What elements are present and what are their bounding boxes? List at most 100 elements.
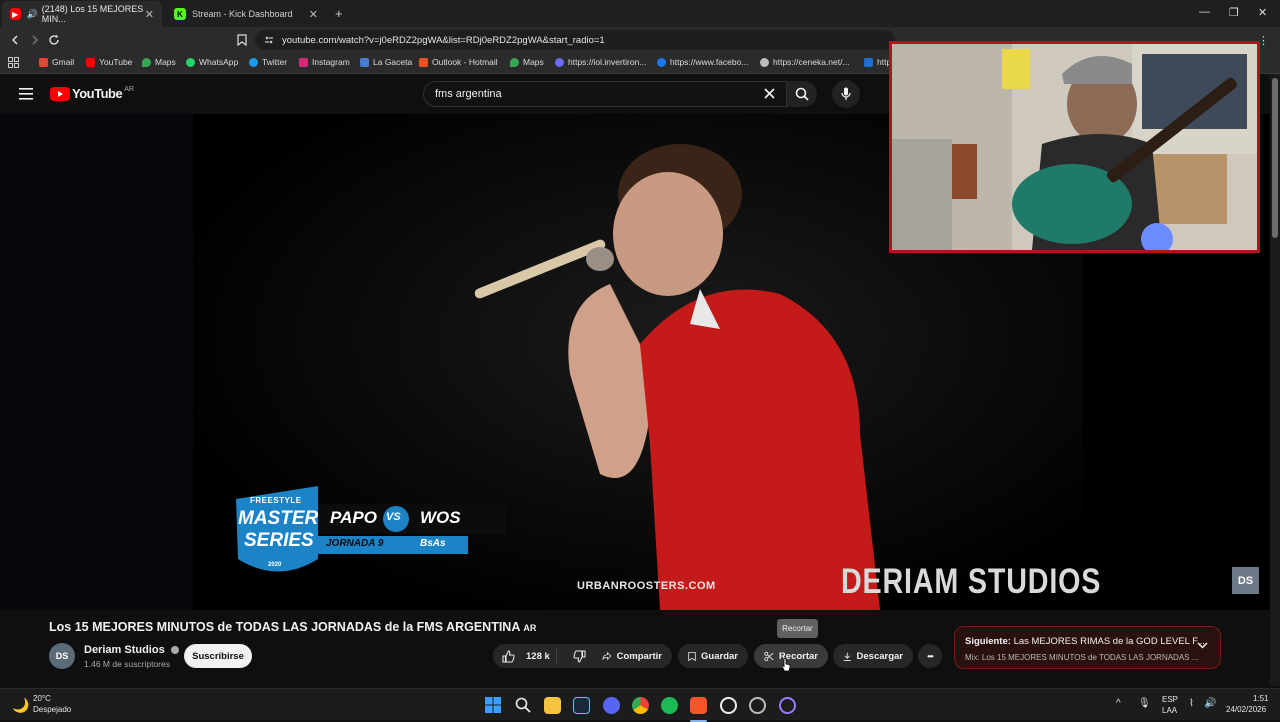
channel-avatar[interactable]: DS	[49, 643, 75, 669]
clip-button[interactable]: Recortar	[754, 644, 828, 668]
subscribe-button[interactable]: Suscribirse	[184, 644, 252, 668]
clear-search-icon[interactable]	[764, 88, 775, 99]
save-button[interactable]: Guardar	[678, 644, 748, 668]
chrome-icon[interactable]	[632, 697, 649, 714]
search-input[interactable]: fms argentina	[423, 81, 787, 107]
clip-tooltip: Recortar	[777, 619, 818, 638]
vs-label: VS	[386, 511, 401, 523]
urbanroosters-watermark: URBANROOSTERS.COM	[577, 580, 716, 592]
share-icon	[602, 651, 612, 661]
minimize-icon[interactable]: —	[1199, 6, 1210, 18]
bookmark-twitter[interactable]: Twitter	[249, 57, 287, 67]
clock-date: 24/02/2026	[1226, 705, 1267, 714]
brave-icon[interactable]	[690, 697, 707, 714]
forward-icon[interactable]	[27, 32, 43, 48]
youtube-icon	[86, 57, 95, 67]
thumbs-up-icon	[502, 649, 515, 662]
microphone-icon	[841, 87, 851, 100]
tab-kick-dashboard[interactable]: K Stream - Kick Dashboard ✕	[166, 1, 326, 27]
youtube-logo-icon	[50, 86, 70, 101]
page-scrollbar[interactable]	[1270, 74, 1280, 686]
up-next-card[interactable]: Siguiente: Las MEJORES RIMAS de la GOD L…	[954, 626, 1221, 669]
maps-icon	[142, 57, 151, 67]
bookmark-maps-2[interactable]: Maps	[510, 57, 544, 67]
chatgpt-icon[interactable]	[720, 697, 737, 714]
chevron-down-icon[interactable]	[1197, 642, 1208, 649]
search-query: fms argentina	[435, 88, 502, 100]
bookmark-iol[interactable]: https://iol.invertiron...	[555, 57, 646, 67]
youtube-logo[interactable]: YouTube AR	[50, 86, 134, 101]
bookmark-whatsapp[interactable]: WhatsApp	[186, 57, 238, 67]
bookmark-maps[interactable]: Maps	[142, 57, 176, 67]
wifi-icon[interactable]: ⌇	[1189, 698, 1194, 709]
link-icon	[864, 57, 873, 67]
hamburger-menu-icon[interactable]	[19, 88, 33, 100]
thumbs-down-icon	[573, 650, 586, 663]
jornada-label: JORNADA 9	[326, 538, 384, 549]
language-code[interactable]: ESP	[1162, 695, 1178, 704]
share-button[interactable]: Compartir	[592, 644, 672, 668]
bookmark-outlook[interactable]: Outlook - Hotmail	[419, 57, 498, 67]
search-button[interactable]	[787, 81, 817, 107]
bookmark-facebook[interactable]: https://www.facebo...	[657, 57, 748, 67]
channel-corner-logo[interactable]: DS	[1232, 567, 1259, 594]
file-explorer-icon[interactable]	[544, 697, 561, 714]
country-badge: AR	[523, 623, 537, 633]
channel-name[interactable]: Deriam Studios	[84, 644, 179, 656]
kick-favicon-icon: K	[174, 8, 186, 20]
player-2-name: WOS	[420, 508, 461, 527]
spotify-icon[interactable]	[661, 697, 678, 714]
close-window-icon[interactable]: ✕	[1258, 6, 1267, 19]
webcam-overlay	[889, 41, 1260, 253]
bookmark-http[interactable]: http	[864, 57, 891, 67]
fms-series-label: SERIES	[244, 530, 314, 551]
apps-grid-icon[interactable]	[8, 57, 19, 68]
subscriber-count: 1.46 M de suscriptores	[84, 659, 170, 669]
bookmark-icon[interactable]	[234, 32, 250, 48]
microphone-tray-icon[interactable]: 🎙	[1138, 698, 1151, 709]
taskbar-search-icon[interactable]	[515, 697, 531, 713]
la-gaceta-icon	[360, 57, 369, 67]
iol-icon	[555, 57, 564, 67]
address-bar[interactable]: youtube.com/watch?v=j0eRDZ2pgWA&list=RDj…	[255, 30, 895, 50]
scrollbar-thumb[interactable]	[1272, 78, 1278, 238]
verified-icon	[170, 646, 179, 655]
back-icon[interactable]	[7, 32, 23, 48]
tray-overflow-icon[interactable]: ^	[1116, 698, 1121, 709]
weather-desc: Despejado	[33, 705, 72, 714]
tab-title: Stream - Kick Dashboard	[192, 9, 293, 19]
video-title: Los 15 MEJORES MINUTOS de TODAS LAS JORN…	[49, 620, 537, 634]
download-button[interactable]: Descargar	[833, 644, 913, 668]
deriam-studios-watermark: DERIAM STUDIOS	[841, 562, 1102, 601]
bookmark-la-gaceta[interactable]: La Gaceta	[360, 57, 412, 67]
more-actions-button[interactable]: •••	[918, 644, 942, 668]
clock-time[interactable]: 1:51	[1253, 694, 1269, 703]
new-tab-button[interactable]: +	[335, 6, 343, 21]
close-tab-icon[interactable]: ✕	[309, 8, 318, 21]
bookmark-ceneka[interactable]: https://ceneka.net/...	[760, 57, 850, 67]
tab-youtube[interactable]: ▶ 🔊 (2148) Los 15 MEJORES MIN... ✕	[2, 1, 162, 27]
facebook-icon	[657, 57, 666, 67]
windows-start-icon[interactable]	[485, 697, 501, 713]
app-icon[interactable]	[779, 697, 796, 714]
discord-icon[interactable]	[603, 697, 620, 714]
bookmark-youtube[interactable]: YouTube	[86, 57, 132, 67]
close-tab-icon[interactable]: ✕	[145, 8, 154, 21]
steam-icon[interactable]	[573, 697, 590, 714]
volume-icon[interactable]: 🔊	[1204, 698, 1216, 709]
bookmark-instagram[interactable]: Instagram	[299, 57, 350, 67]
obs-icon[interactable]	[749, 697, 766, 714]
twitter-icon	[249, 57, 258, 67]
fms-freestyle-label: FREESTYLE	[250, 496, 302, 505]
site-info-icon[interactable]	[264, 35, 274, 45]
voice-search-button[interactable]	[832, 80, 860, 108]
like-button[interactable]: 128 k	[493, 649, 557, 663]
save-playlist-icon	[688, 651, 696, 661]
search-icon	[795, 87, 809, 101]
whatsapp-icon	[186, 57, 195, 67]
restore-icon[interactable]: ❐	[1229, 6, 1239, 19]
reload-icon[interactable]	[46, 32, 62, 48]
weather-temp[interactable]: 20°C	[33, 694, 51, 703]
keyboard-layout: LAA	[1162, 706, 1178, 715]
bookmark-gmail[interactable]: Gmail	[39, 57, 74, 67]
